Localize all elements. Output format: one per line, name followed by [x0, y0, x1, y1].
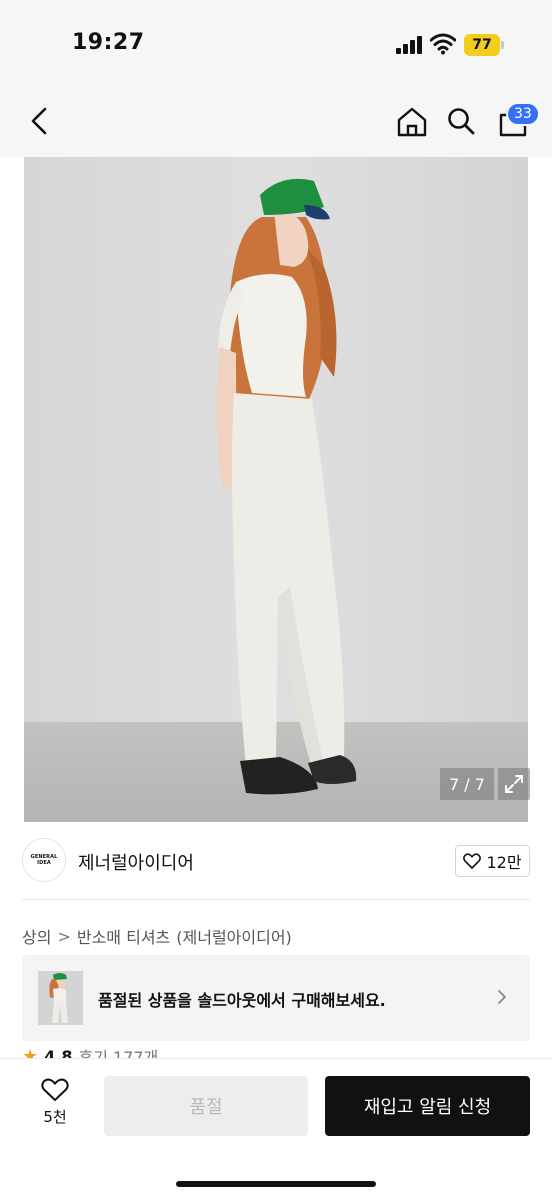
brand-like-button[interactable]: 12만 — [455, 845, 530, 877]
wishlist-count: 5천 — [43, 1108, 67, 1126]
wifi-icon — [429, 33, 457, 55]
banner-thumbnail — [38, 971, 83, 1025]
banner-text: 품절된 상품을 솔드아웃에서 구매해보세요. — [98, 991, 386, 1010]
wishlist-button[interactable]: 5천 — [28, 1078, 82, 1136]
chevron-right-icon — [498, 990, 506, 1004]
battery-icon: 77 — [464, 34, 504, 56]
battery-level: 77 — [464, 34, 500, 56]
home-button[interactable] — [396, 106, 428, 138]
back-button[interactable] — [26, 106, 54, 136]
cart-count-badge: 33 — [506, 102, 540, 126]
expand-icon — [505, 775, 523, 793]
home-icon — [397, 107, 427, 137]
image-counter: 7 / 7 — [440, 768, 494, 800]
breadcrumb-separator: > — [57, 926, 71, 946]
soldout-banner[interactable]: 품절된 상품을 솔드아웃에서 구매해보세요. — [22, 955, 530, 1041]
expand-button[interactable] — [498, 768, 530, 800]
signal-icon — [396, 36, 424, 54]
home-indicator — [176, 1181, 376, 1187]
breadcrumb: 상의 > 반소매 티셔츠 (제너럴아이디어) — [22, 924, 292, 948]
brand-logo-text: GENERAL IDEA — [30, 854, 58, 866]
brand-name[interactable]: 제너럴아이디어 — [78, 849, 194, 875]
heart-icon — [463, 853, 482, 869]
search-icon — [448, 108, 475, 135]
breadcrumb-brand[interactable]: (제너럴아이디어) — [176, 924, 292, 948]
breadcrumb-category[interactable]: 상의 — [22, 924, 51, 948]
status-bar: 19:27 77 — [0, 0, 552, 90]
product-image[interactable] — [24, 157, 528, 822]
breadcrumb-subcategory[interactable]: 반소매 티셔츠 — [77, 924, 170, 948]
brand-logo[interactable]: GENERAL IDEA — [22, 838, 66, 882]
heart-icon — [41, 1078, 69, 1101]
divider — [22, 899, 530, 900]
soldout-button: 품절 — [104, 1076, 308, 1136]
brand-like-count: 12만 — [486, 853, 522, 872]
chevron-left-icon — [31, 107, 47, 135]
search-button[interactable] — [446, 106, 476, 136]
restock-alert-button[interactable]: 재입고 알림 신청 — [325, 1076, 530, 1136]
product-photo — [24, 157, 528, 822]
status-time: 19:27 — [72, 30, 145, 55]
